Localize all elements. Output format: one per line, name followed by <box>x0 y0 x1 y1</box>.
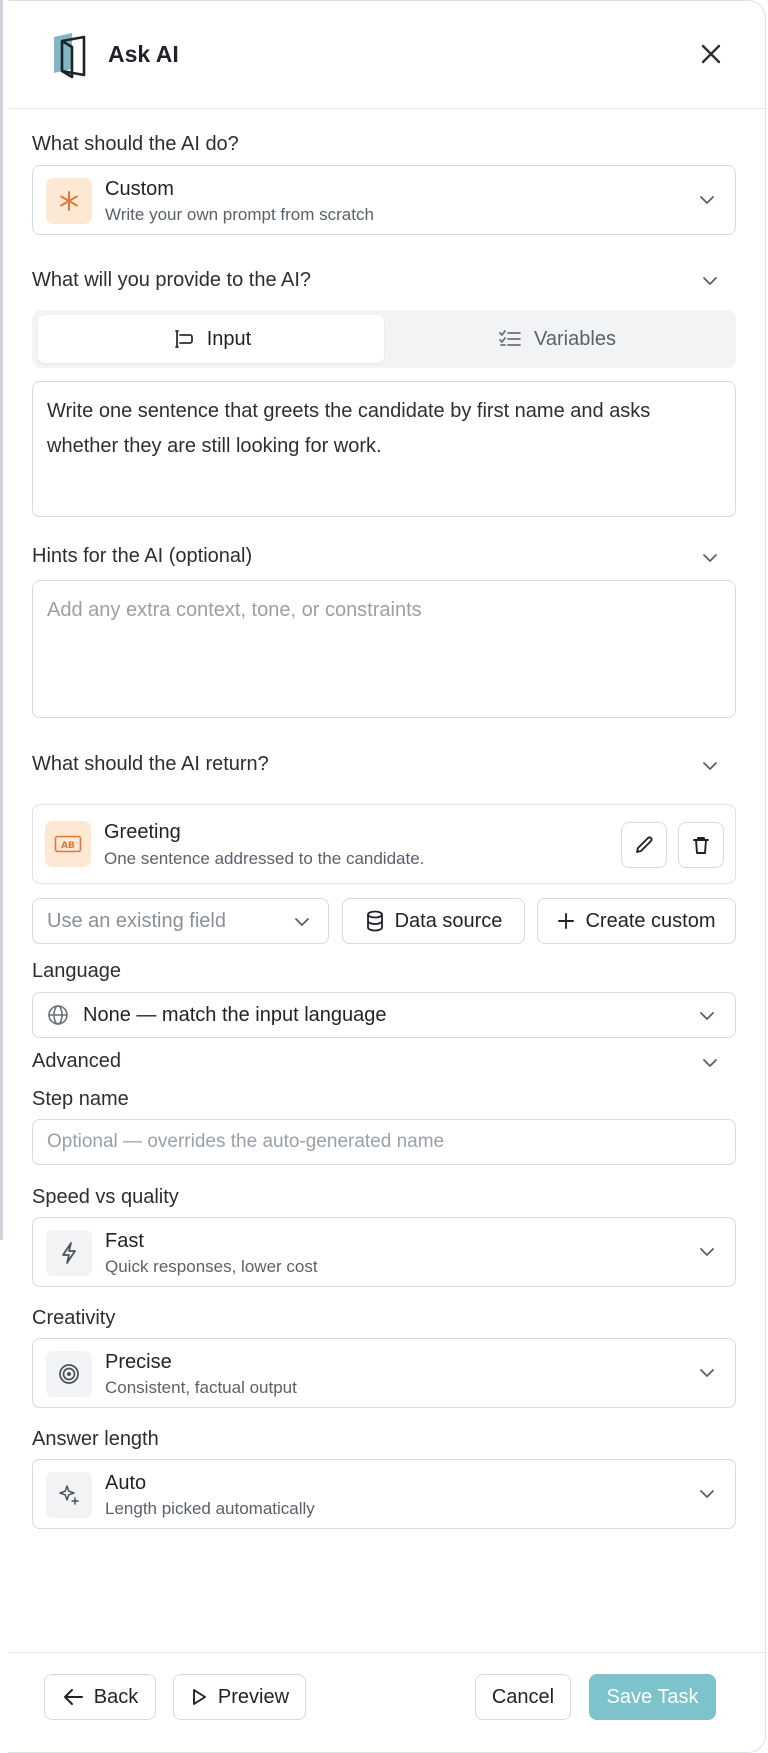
creativity-subtitle: Consistent, factual output <box>105 1378 297 1397</box>
trash-icon <box>693 837 709 854</box>
data-source-button[interactable]: Data source <box>342 898 525 944</box>
target-icon <box>46 1351 92 1397</box>
create-custom-button[interactable]: Create custom <box>537 898 736 944</box>
task-title: Custom <box>105 178 174 200</box>
output-subtitle: One sentence addressed to the candidate. <box>104 849 425 868</box>
chevron-down-icon[interactable] <box>700 756 720 776</box>
creativity-select[interactable]: Precise Consistent, factual output <box>32 1338 736 1408</box>
chevron-down-icon <box>700 1248 714 1256</box>
text-cursor-icon <box>174 330 193 348</box>
task-label: What should the AI do? <box>32 133 239 155</box>
preview-button[interactable]: Preview <box>173 1674 306 1720</box>
logo-icon <box>54 33 86 79</box>
step-name-label: Step name <box>32 1088 129 1110</box>
plus-icon <box>558 913 575 929</box>
provide-tabs: Input Variables <box>32 310 736 368</box>
footer-divider <box>8 1652 766 1653</box>
length-title: Auto <box>105 1472 147 1494</box>
tab-input-label: Input <box>206 327 252 350</box>
cancel-label: Cancel <box>491 1685 555 1708</box>
length-select[interactable]: Auto Length picked automatically <box>32 1459 736 1529</box>
text-field-icon: AB <box>45 821 91 867</box>
task-select[interactable]: Custom Write your own prompt from scratc… <box>32 165 736 235</box>
chevron-down-icon <box>700 1012 714 1020</box>
lightning-icon <box>46 1230 92 1276</box>
data-source-label: Data source <box>394 909 503 932</box>
tab-input[interactable]: Input <box>38 315 384 363</box>
left-edge-scrollbar <box>0 0 3 1240</box>
returns-label: What should the AI return? <box>32 753 269 775</box>
back-label: Back <box>93 1685 139 1708</box>
tab-variables[interactable]: Variables <box>384 315 730 363</box>
creativity-title: Precise <box>105 1351 172 1373</box>
advanced-label[interactable]: Advanced <box>32 1050 121 1073</box>
checklist-icon <box>499 330 521 346</box>
speed-title: Fast <box>105 1230 144 1252</box>
length-label: Answer length <box>32 1428 159 1450</box>
panel-title: Ask AI <box>108 41 179 67</box>
edit-output-button[interactable] <box>621 822 667 868</box>
pencil-icon <box>636 836 653 853</box>
play-icon <box>192 1689 206 1705</box>
sparkle-icon <box>46 1472 92 1518</box>
length-subtitle: Length picked automatically <box>105 1499 315 1518</box>
existing-field-select[interactable]: Use an existing field <box>32 898 329 944</box>
create-custom-label: Create custom <box>585 909 716 932</box>
preview-label: Preview <box>217 1685 290 1708</box>
speed-select[interactable]: Fast Quick responses, lower cost <box>32 1217 736 1287</box>
existing-field-placeholder: Use an existing field <box>47 909 226 932</box>
tab-variables-label: Variables <box>534 327 616 350</box>
task-subtitle: Write your own prompt from scratch <box>105 205 374 224</box>
asterisk-icon <box>46 178 92 224</box>
speed-label: Speed vs quality <box>32 1186 179 1208</box>
ask-ai-panel: Ask AI What should the AI do? Custom Wri… <box>8 0 766 1753</box>
close-icon[interactable] <box>698 41 724 67</box>
language-value: None — match the input language <box>83 1003 387 1026</box>
chevron-down-icon <box>295 918 309 926</box>
language-select[interactable]: None — match the input language <box>32 992 736 1038</box>
chevron-down-icon <box>700 196 714 204</box>
chevron-down-icon[interactable] <box>700 1053 720 1073</box>
back-button[interactable]: Back <box>44 1674 156 1720</box>
panel-header: Ask AI <box>8 1 766 109</box>
cancel-button[interactable]: Cancel <box>475 1674 571 1720</box>
globe-icon <box>48 1005 68 1025</box>
speed-subtitle: Quick responses, lower cost <box>105 1257 318 1276</box>
hints-label: Hints for the AI (optional) <box>32 545 253 567</box>
output-title: Greeting <box>104 821 181 843</box>
chevron-down-icon[interactable] <box>700 548 720 568</box>
chevron-down-icon <box>700 1490 714 1498</box>
creativity-label: Creativity <box>32 1307 116 1329</box>
database-icon <box>366 910 383 932</box>
language-label: Language <box>32 960 121 982</box>
save-task-button[interactable]: Save Task <box>589 1674 716 1720</box>
provide-label: What will you provide to the AI? <box>32 269 312 291</box>
output-field-card: AB Greeting One sentence addressed to th… <box>32 804 736 884</box>
svg-text:AB: AB <box>61 841 75 851</box>
delete-output-button[interactable] <box>678 822 724 868</box>
prompt-input[interactable]: Write one sentence that greets the candi… <box>32 381 736 517</box>
step-name-input[interactable]: Optional — overrides the auto-generated … <box>32 1119 736 1165</box>
arrow-left-icon <box>63 1689 83 1705</box>
chevron-down-icon[interactable] <box>700 271 720 291</box>
save-label: Save Task <box>606 1685 699 1708</box>
hints-input[interactable]: Add any extra context, tone, or constrai… <box>32 580 736 718</box>
chevron-down-icon <box>700 1369 714 1377</box>
